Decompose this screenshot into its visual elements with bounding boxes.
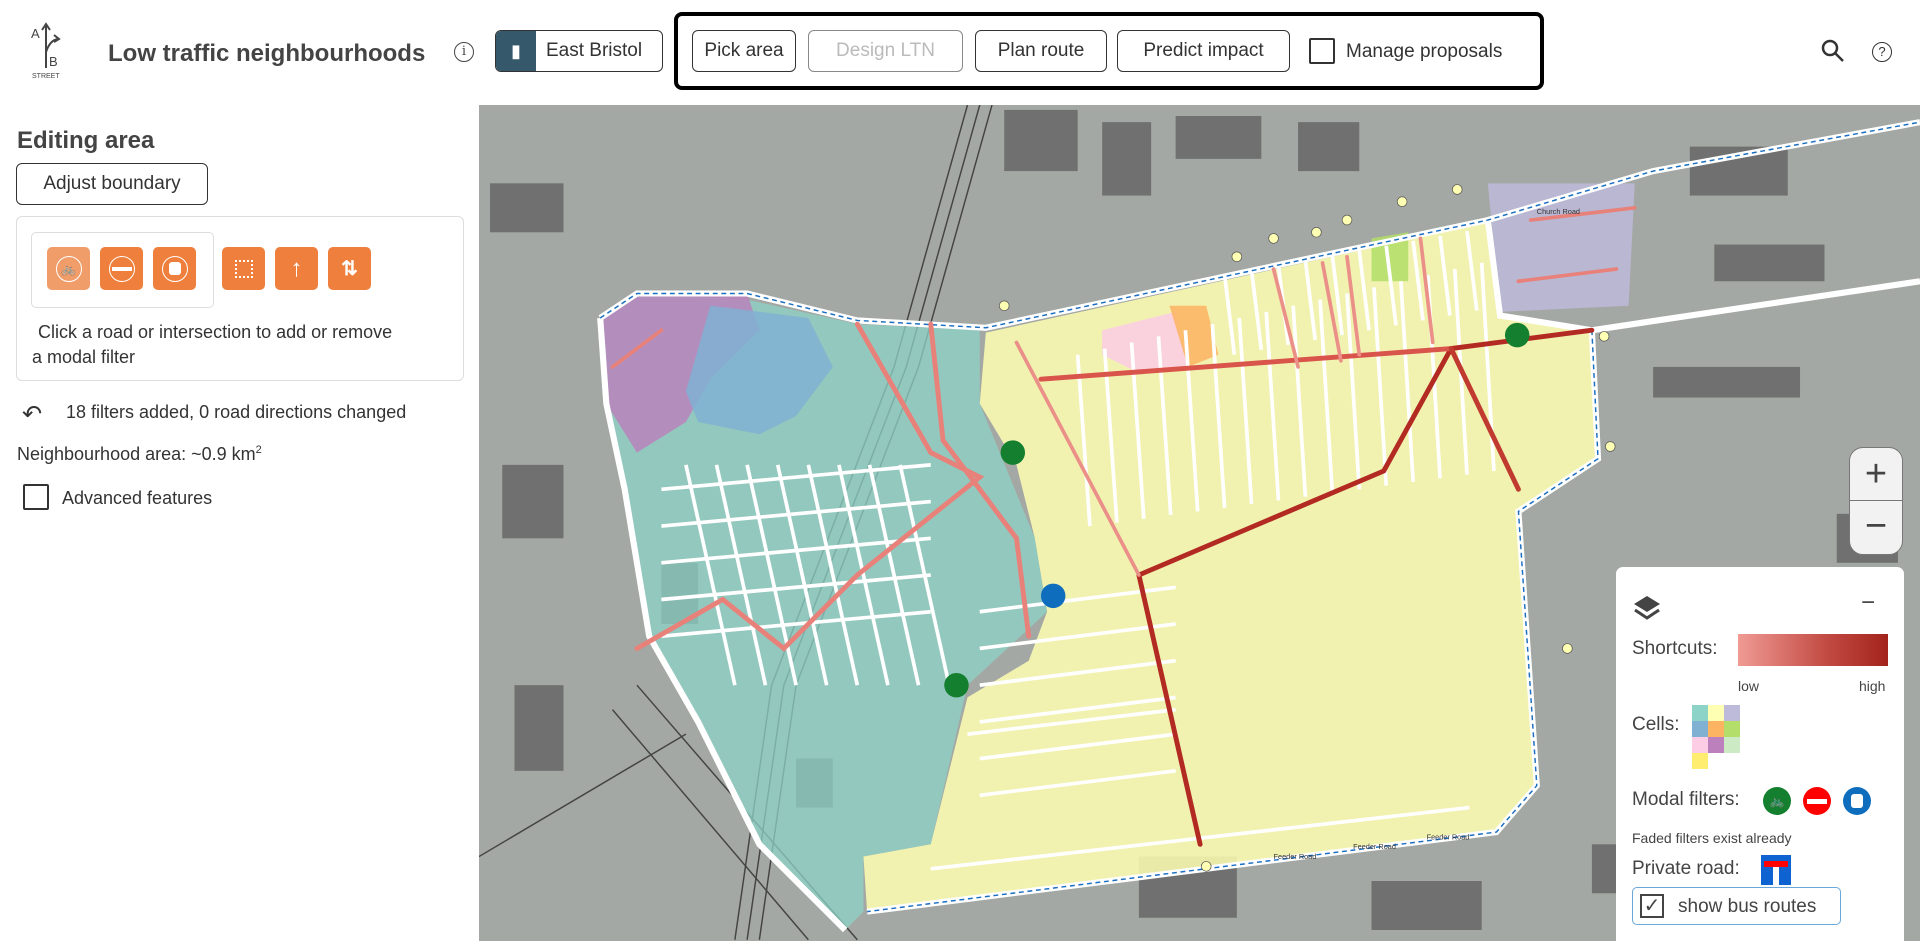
manage-proposals-label[interactable]: Manage proposals	[1346, 41, 1502, 63]
road-label: Church Road	[1537, 207, 1580, 216]
search-icon[interactable]	[1820, 38, 1846, 64]
show-bus-routes-checkbox[interactable]: ✓	[1640, 894, 1664, 918]
manage-proposals-checkbox[interactable]	[1309, 38, 1335, 64]
walk-cycle-filter-tool[interactable]: 🚲	[47, 247, 90, 290]
shortcuts-high-label: high	[1859, 678, 1886, 694]
cell-swatch	[1692, 705, 1708, 721]
select-area-icon	[234, 259, 253, 278]
no-entry-filter-icon	[1803, 787, 1831, 815]
bus-gate-filter-icon	[1843, 787, 1871, 815]
bus-gate-filter-icon	[161, 255, 188, 282]
walk-cycle-filter-marker[interactable]	[944, 672, 969, 698]
advanced-features-checkbox[interactable]	[23, 484, 49, 510]
road-label: Feeder Road	[1353, 842, 1396, 851]
layers-icon[interactable]	[1632, 593, 1662, 628]
cell-swatch	[1708, 721, 1724, 737]
shortcuts-gradient	[1738, 634, 1888, 666]
zoom-in-button[interactable]: +	[1850, 448, 1902, 501]
road-label: Feeder Road	[1427, 832, 1470, 841]
neighbourhood-area: Neighbourhood area: ~0.9 km2	[17, 444, 262, 465]
info-icon[interactable]: i	[454, 42, 474, 62]
no-entry-filter-tool[interactable]	[100, 247, 143, 290]
shortcuts-low-label: low	[1738, 678, 1760, 694]
modal-filters-label: Modal filters:	[1632, 789, 1740, 810]
nav-plan-route[interactable]: Plan route	[975, 30, 1107, 72]
walk-cycle-filter-marker[interactable]	[1000, 440, 1026, 465]
faded-filters-note: Faded filters exist already	[1632, 830, 1792, 846]
walk-cycle-filter-marker[interactable]	[1504, 322, 1530, 348]
advanced-features-label[interactable]: Advanced features	[62, 488, 212, 509]
logo[interactable]: A B STREET	[28, 22, 74, 80]
cell-swatch	[1692, 737, 1708, 753]
show-bus-routes-label[interactable]: show bus routes	[1678, 896, 1816, 918]
app-title: Low traffic neighbourhoods	[108, 40, 426, 67]
select-area-tool[interactable]	[222, 247, 265, 290]
swap-direction-icon: ⇅	[341, 258, 358, 280]
cell-swatch	[1708, 737, 1724, 753]
sidebar-heading: Editing area	[17, 127, 155, 154]
private-road-icon	[1761, 855, 1791, 885]
cell-swatch	[1692, 753, 1708, 769]
area-button[interactable]: ▮ East Bristol	[495, 30, 663, 72]
nav-pick-area[interactable]: Pick area	[692, 30, 796, 72]
road-label: Feeder Road	[1274, 852, 1317, 861]
cell-lavender[interactable]	[1487, 183, 1635, 312]
area-unit-sup: 2	[255, 444, 262, 456]
map-icon: ▮	[496, 31, 536, 71]
show-bus-routes-toggle[interactable]: ✓ show bus routes	[1632, 887, 1841, 925]
nav-design-ltn: Design LTN	[808, 30, 963, 72]
edit-status: 18 filters added, 0 road directions chan…	[66, 402, 407, 422]
area-text: Neighbourhood area: ~0.9 km	[17, 444, 256, 464]
undo-icon[interactable]: ↶	[22, 400, 42, 429]
swap-direction-tool[interactable]: ⇅	[328, 247, 371, 290]
cell-swatch	[1708, 705, 1724, 721]
tool-instruction: Click a road or intersection to add or r…	[32, 322, 393, 367]
adjust-boundary-button[interactable]: Adjust boundary	[16, 163, 208, 205]
cells-label: Cells:	[1632, 714, 1680, 735]
svg-text:A: A	[31, 26, 40, 41]
help-icon[interactable]: ?	[1872, 42, 1892, 62]
shortcuts-label: Shortcuts:	[1632, 638, 1718, 659]
cell-swatch	[1692, 721, 1708, 737]
private-road-label: Private road:	[1632, 858, 1740, 879]
svg-text:B: B	[49, 54, 58, 69]
zoom-out-button[interactable]: −	[1850, 501, 1902, 554]
bus-gate-filter-tool[interactable]	[153, 247, 196, 290]
one-way-tool[interactable]: ↑	[275, 247, 318, 290]
cell-swatch	[1724, 737, 1740, 753]
legend-panel: − Shortcuts: low high Cells: Modal filte…	[1616, 567, 1904, 947]
cell-swatch	[1724, 705, 1740, 721]
walk-cycle-filter-icon: 🚲	[55, 255, 82, 282]
one-way-arrow-icon: ↑	[290, 254, 303, 282]
ab-street-logo-icon: A B STREET	[31, 22, 61, 80]
legend-collapse-button[interactable]: −	[1861, 589, 1875, 617]
zoom-control: + −	[1849, 447, 1903, 555]
nav-predict-impact[interactable]: Predict impact	[1117, 30, 1290, 72]
no-entry-filter-icon	[108, 255, 135, 282]
area-name: East Bristol	[546, 40, 643, 61]
cells-swatches	[1692, 705, 1740, 769]
svg-text:STREET: STREET	[32, 73, 60, 80]
walk-cycle-filter-icon: 🚲	[1763, 787, 1791, 815]
bus-gate-filter-marker[interactable]	[1040, 583, 1066, 609]
cell-swatch	[1724, 721, 1740, 737]
